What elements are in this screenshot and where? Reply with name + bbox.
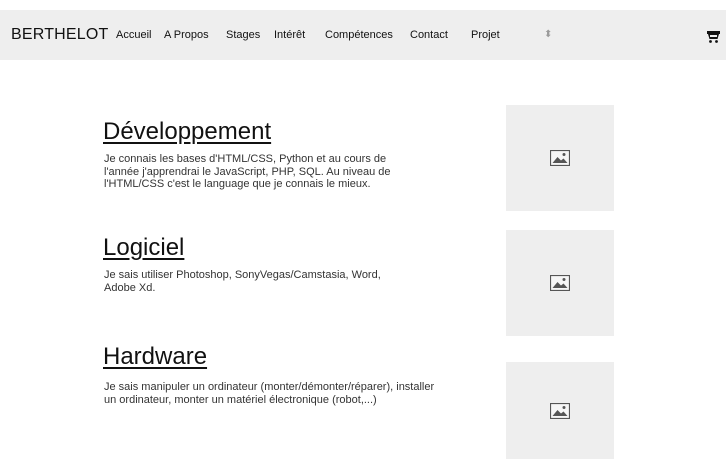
nav-link-contact[interactable]: Contact: [410, 29, 448, 41]
top-navbar: BERTHELOT Accueil A Propos Stages Intérê…: [0, 10, 726, 60]
nav-link-accueil[interactable]: Accueil: [116, 29, 151, 41]
nav-link-projet[interactable]: Projet: [471, 29, 500, 41]
image-placeholder-icon: [550, 402, 570, 419]
section-title-developpement: Développement: [103, 118, 272, 145]
nav-link-interet[interactable]: Intérêt: [274, 29, 305, 41]
image-placeholder-developpement: [506, 105, 614, 211]
image-placeholder-icon: [550, 275, 570, 291]
section-text-logiciel: Je sais utiliser Photoshop, SonyVegas/Ca…: [104, 269, 381, 294]
section-title-hardware: Hardware: [103, 343, 208, 370]
section-title-logiciel: Logiciel: [103, 234, 185, 261]
image-placeholder-hardware: [506, 362, 614, 459]
section-text-developpement: Je connais les bases d'HTML/CSS, Python …: [104, 153, 391, 190]
brand-logo[interactable]: BERTHELOT: [11, 26, 109, 44]
cart-icon[interactable]: [707, 30, 720, 48]
image-placeholder-icon: [550, 150, 570, 166]
section-text-hardware: Je sais manipuler un ordinateur (monter/…: [104, 381, 435, 406]
nav-link-a-propos[interactable]: A Propos: [164, 29, 209, 41]
nav-link-competences[interactable]: Compétences: [325, 29, 393, 41]
image-placeholder-logiciel: [506, 230, 614, 336]
sort-arrows-icon[interactable]: ⬍: [544, 29, 552, 40]
nav-link-stages[interactable]: Stages: [226, 29, 260, 41]
